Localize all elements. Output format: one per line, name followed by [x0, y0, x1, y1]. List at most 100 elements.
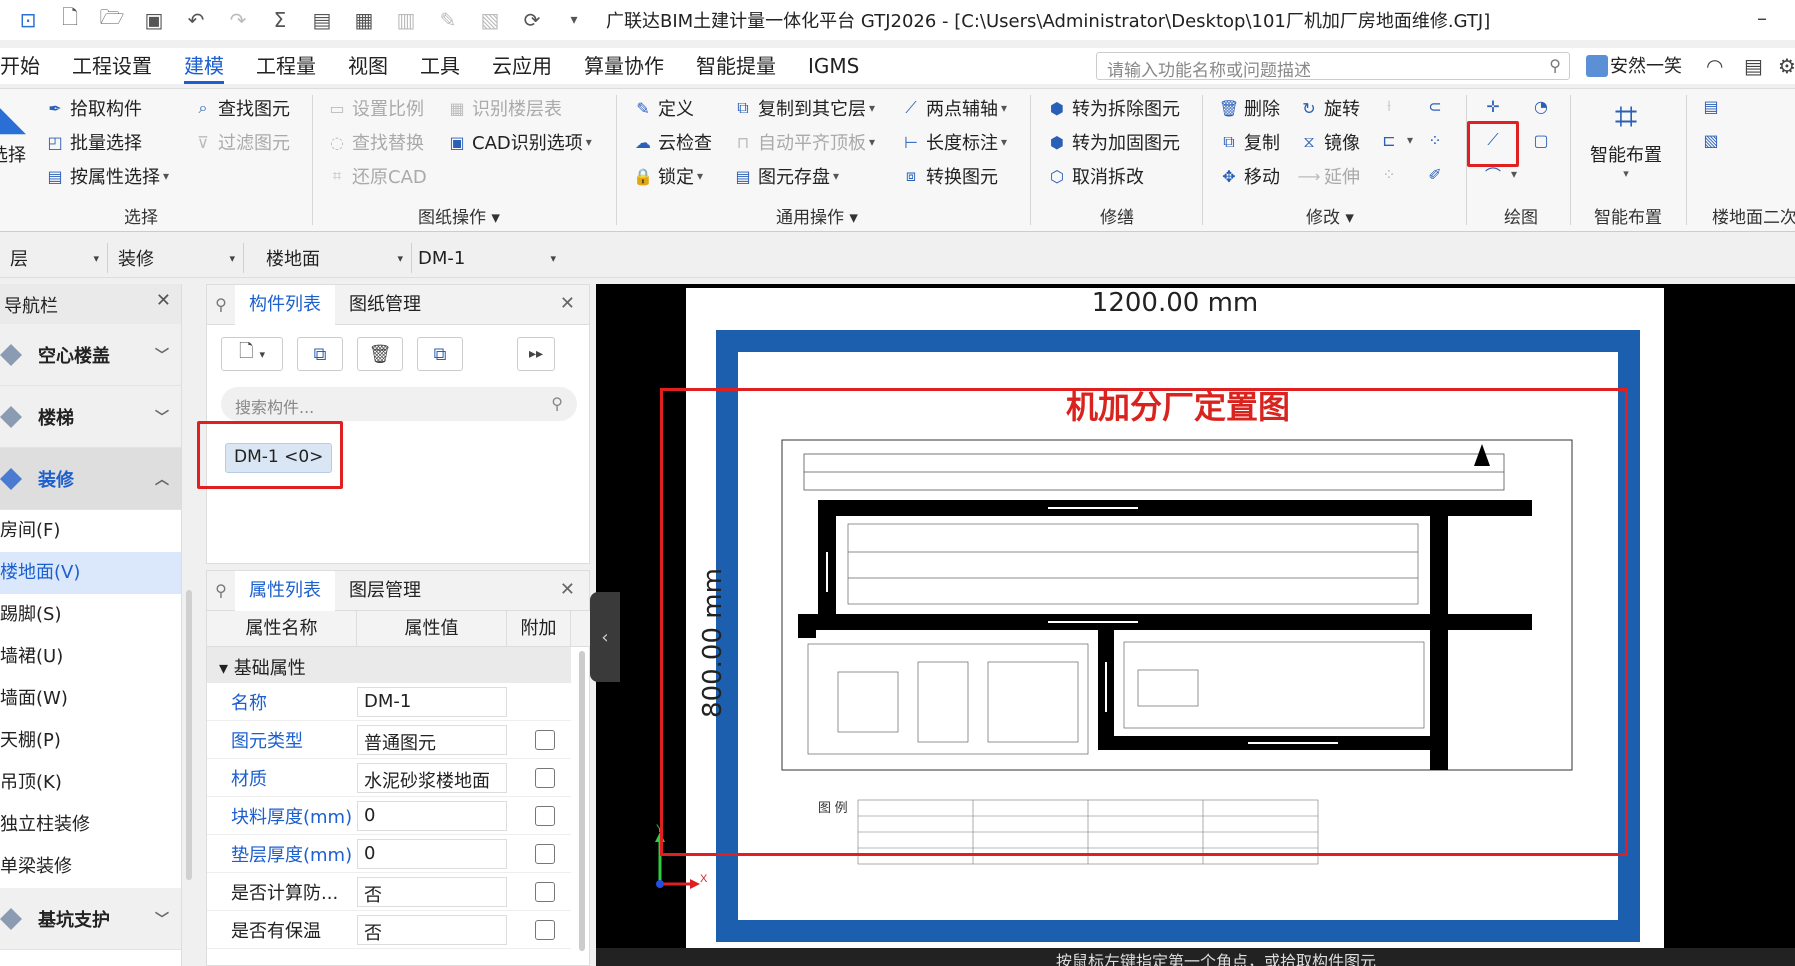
nav-category-hollow-slab[interactable]: 空心楼盖 ﹀: [0, 324, 181, 386]
break-button[interactable]: ⟊: [1378, 95, 1404, 117]
menu-smart-extract[interactable]: 智能提量: [680, 48, 792, 84]
select-big-button[interactable]: ◣ 选择: [0, 99, 26, 167]
new-file-icon[interactable]: 🗋: [56, 5, 84, 34]
close-icon[interactable]: ✕: [560, 579, 575, 600]
customize-icon[interactable]: ▾: [560, 6, 588, 34]
property-value-input[interactable]: DM-1: [357, 686, 507, 717]
floor2-button-2[interactable]: ▧: [1700, 129, 1726, 151]
property-group-basic[interactable]: ▾ 基础属性: [207, 647, 571, 683]
grid-icon[interactable]: ▦: [350, 6, 378, 34]
property-value-input[interactable]: 0: [357, 838, 507, 869]
menu-collab[interactable]: 算量协作: [568, 48, 680, 84]
delete-component-button[interactable]: 🗑: [357, 337, 403, 371]
extra-checkbox[interactable]: [535, 843, 555, 864]
save-icon[interactable]: ▣: [140, 6, 168, 34]
nav-item-room[interactable]: 房间(F): [0, 510, 181, 552]
pick-component-button[interactable]: ✒ 拾取构件: [44, 95, 142, 121]
menu-start[interactable]: 开始: [0, 48, 56, 84]
edit-button[interactable]: ✐: [1424, 163, 1450, 185]
property-value-input[interactable]: 否: [357, 914, 507, 945]
identify-floor-table-button[interactable]: ▦ 识别楼层表: [446, 95, 562, 121]
extra-checkbox[interactable]: [535, 767, 555, 788]
menu-tools[interactable]: 工具: [404, 48, 476, 84]
pin-icon[interactable]: ⚲: [207, 295, 235, 314]
floor-select[interactable]: 层 ▾: [0, 243, 108, 273]
smart-layout-button[interactable]: ⌗ 智能布置 ▾: [1582, 93, 1670, 180]
rect-draw-button[interactable]: ▢: [1530, 129, 1556, 151]
floor2-button-1[interactable]: ▤: [1700, 95, 1726, 117]
delete-button[interactable]: 🗑 删除: [1218, 95, 1280, 121]
sum-icon[interactable]: Σ: [266, 6, 294, 34]
to-demolish-button[interactable]: ⬢ 转为拆除图元: [1046, 95, 1180, 121]
cad-options-button[interactable]: ▣ CAD识别选项 ▾: [446, 129, 591, 155]
length-dim-button[interactable]: ⊢ 长度标注 ▾: [900, 129, 1007, 155]
layout-icon[interactable]: ▥: [392, 6, 420, 34]
app-logo-icon[interactable]: ⊡: [14, 6, 42, 34]
find-element-button[interactable]: ⌕ 查找图元: [192, 95, 290, 121]
extra-checkbox[interactable]: [535, 729, 555, 750]
component-search-input[interactable]: 搜索构件... ⚲: [221, 387, 577, 421]
nav-category-decoration[interactable]: 装修 ︿: [0, 448, 181, 510]
nav-item-suspended-ceiling[interactable]: 吊顶(K): [0, 762, 181, 804]
to-reinforce-button[interactable]: ⬢ 转为加固图元: [1046, 129, 1180, 155]
define-button[interactable]: ✎ 定义: [632, 95, 694, 121]
convert-element-button[interactable]: ⧈ 转换图元: [900, 163, 998, 189]
redo-icon[interactable]: ↷: [224, 6, 252, 34]
nav-item-skirting[interactable]: 踢脚(S): [0, 594, 181, 636]
move-button[interactable]: ✥ 移动: [1218, 163, 1280, 189]
nav-item-wall-finish[interactable]: 墙面(W): [0, 678, 181, 720]
menu-igms[interactable]: IGMS: [792, 48, 875, 84]
cancel-demolish-button[interactable]: ⬡ 取消拆改: [1046, 163, 1144, 189]
nav-item-beam-finish[interactable]: 单梁装修: [0, 846, 181, 888]
headset-icon[interactable]: ◠: [1706, 54, 1723, 78]
property-value-input[interactable]: 普通图元: [357, 724, 507, 755]
tab-property-list[interactable]: 属性列表: [235, 570, 335, 611]
nav-category-stairs[interactable]: 楼梯 ﹀: [0, 386, 181, 448]
nav-item-dado[interactable]: 墙裙(U): [0, 636, 181, 678]
extra-checkbox[interactable]: [535, 805, 555, 826]
minimize-icon[interactable]: –: [1757, 6, 1767, 30]
category-select[interactable]: 装修 ▾: [108, 243, 244, 273]
property-value-input[interactable]: 0: [357, 800, 507, 831]
extend-button[interactable]: ⟶ 延伸: [1298, 163, 1360, 189]
extra-checkbox[interactable]: [535, 881, 555, 902]
set-scale-button[interactable]: ▭ 设置比例: [326, 95, 424, 121]
new-component-button[interactable]: 🗋 ▾: [221, 337, 283, 371]
array-button[interactable]: ⁘: [1424, 129, 1450, 151]
select-by-attribute-button[interactable]: ▤ 按属性选择 ▾: [44, 163, 169, 189]
mirror-button[interactable]: ⧖ 镜像: [1298, 129, 1360, 155]
nav-item-ceiling[interactable]: 天棚(P): [0, 720, 181, 762]
property-value-input[interactable]: 否: [357, 876, 507, 907]
sync-icon[interactable]: ⟳: [518, 6, 546, 34]
copy-button[interactable]: ⧉ 复制: [1218, 129, 1280, 155]
property-value-input[interactable]: 水泥砂浆楼地面: [357, 762, 507, 793]
point-draw-button[interactable]: ✛: [1482, 95, 1508, 117]
restore-cad-button[interactable]: ⌗ 还原CAD: [326, 163, 426, 189]
tab-layer-management[interactable]: 图层管理: [335, 571, 435, 611]
close-icon[interactable]: ✕: [560, 293, 575, 314]
align-button[interactable]: ⊏ ▾: [1378, 129, 1413, 151]
tab-drawing-management[interactable]: 图纸管理: [335, 285, 435, 325]
extra-checkbox[interactable]: [535, 919, 555, 940]
menu-cloud[interactable]: 云应用: [476, 48, 568, 84]
close-icon[interactable]: ✕: [156, 290, 171, 311]
menu-modeling[interactable]: 建模: [168, 48, 240, 84]
open-folder-icon[interactable]: 🗁: [98, 5, 126, 34]
nav-scrollbar[interactable]: [186, 590, 192, 880]
pin-icon[interactable]: ⚲: [207, 581, 235, 600]
menu-view[interactable]: 视图: [332, 48, 404, 84]
layer-copy-button[interactable]: ⧉: [417, 337, 463, 371]
copy-to-layer-button[interactable]: ⧉ 复制到其它层 ▾: [732, 95, 875, 121]
property-scrollbar[interactable]: [579, 651, 585, 951]
cloud-check-button[interactable]: ☁ 云检查: [632, 129, 712, 155]
save-element-button[interactable]: ▤ 图元存盘 ▾: [732, 163, 839, 189]
filter-element-button[interactable]: ⊽ 过滤图元: [192, 129, 290, 155]
rotate-button[interactable]: ↻ 旋转: [1298, 95, 1360, 121]
feature-search-input[interactable]: 请输入功能名称或问题描述 ⚲: [1096, 52, 1570, 81]
table-icon[interactable]: ▧: [476, 6, 504, 34]
nav-category-pit-support[interactable]: 基坑支护 ﹀: [0, 888, 181, 950]
collapse-panel-button[interactable]: ‹: [590, 592, 620, 682]
brush-icon[interactable]: ✎: [434, 6, 462, 34]
find-replace-button[interactable]: ◌ 查找替换: [326, 129, 424, 155]
type-select[interactable]: 楼地面 ▾: [256, 243, 412, 273]
